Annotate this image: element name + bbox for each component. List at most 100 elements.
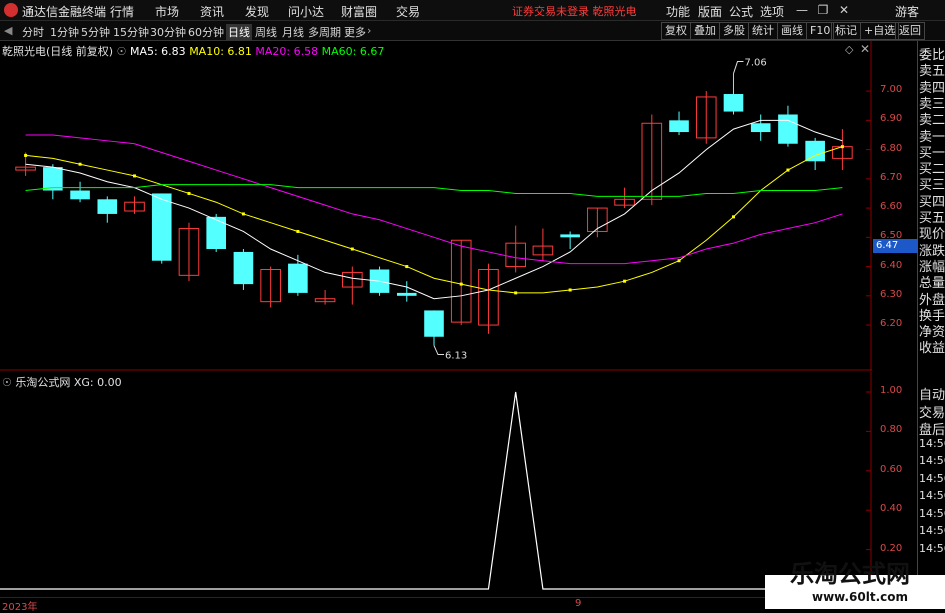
ma10-marker xyxy=(840,145,844,149)
y-tick-label: 6.80 xyxy=(880,142,903,154)
tab-period-monthly[interactable]: 月线 xyxy=(282,24,304,40)
trade-panel-item: 14:56 xyxy=(919,506,945,520)
stats-button[interactable]: 统计 xyxy=(748,22,778,40)
ma10-marker xyxy=(296,229,300,233)
multi-stock-button[interactable]: 多股 xyxy=(719,22,749,40)
tab-period-multi[interactable]: 多周期 xyxy=(308,24,341,40)
y-tick-label: 0.60 xyxy=(880,463,903,475)
y-tick-label: 0.80 xyxy=(880,424,903,436)
low-marker-line xyxy=(433,345,444,356)
time-axis: 2023年 9 xyxy=(0,597,872,613)
stock-title[interactable]: 乾照光电(日线 前复权) xyxy=(2,45,113,58)
quote-panel-item: 收益 xyxy=(919,341,945,357)
candle-body xyxy=(778,114,798,144)
tab-period-60min[interactable]: 60分钟 xyxy=(188,24,224,40)
ma60-label: MA60: 6.67 xyxy=(321,45,385,58)
ma10-marker xyxy=(459,282,463,286)
tab-period-daily[interactable]: 日线 xyxy=(226,24,252,40)
candle-body xyxy=(805,140,825,162)
year-label: 2023年 xyxy=(2,602,38,613)
y-tick-label: 7.00 xyxy=(880,84,903,96)
xg-label: XG: 0.00 xyxy=(73,376,122,389)
menu-wealth[interactable]: 财富圈 xyxy=(341,3,377,20)
main-chart-header: 乾照光电(日线 前复权) ☉ MA5: 6.83 MA10: 6.81 MA20… xyxy=(2,43,384,59)
menu-trade[interactable]: 交易 xyxy=(396,3,420,20)
watermark-url: www.60lt.com xyxy=(812,590,909,604)
y-tick-label: 6.30 xyxy=(880,288,903,300)
menu-options[interactable]: 选项 xyxy=(760,3,784,20)
menu-formula[interactable]: 公式 xyxy=(729,3,753,20)
menu-market-quotes[interactable]: 行情 xyxy=(110,3,134,20)
trade-panel-item: 14:56 xyxy=(919,489,945,502)
overlay-button[interactable]: 叠加 xyxy=(690,22,720,40)
tab-period-15min[interactable]: 15分钟 xyxy=(113,24,149,40)
ma10-marker xyxy=(568,288,572,292)
back-button[interactable]: 返回 xyxy=(895,22,925,40)
close-icon[interactable]: ✕ xyxy=(835,1,853,19)
tab-period-5min[interactable]: 5分钟 xyxy=(81,24,110,40)
indicator-title[interactable]: 乐淘公式网 xyxy=(15,376,70,389)
tab-period-more[interactable]: 更多 xyxy=(344,24,366,40)
mark-button[interactable]: 标记 xyxy=(831,22,861,40)
y-tick-label: 6.90 xyxy=(880,113,903,125)
more-chevron-icon[interactable]: › xyxy=(367,24,371,37)
tab-period-weekly[interactable]: 周线 xyxy=(255,24,277,40)
candle-body xyxy=(70,190,90,200)
close-chart-icon[interactable]: ✕ xyxy=(860,42,870,56)
candle-body xyxy=(288,263,308,293)
candle-body xyxy=(424,310,444,337)
indicator-chart[interactable] xyxy=(0,372,872,597)
adjust-button[interactable]: 复权 xyxy=(661,22,691,40)
y-tick-label: 6.40 xyxy=(880,259,903,271)
candle-body xyxy=(560,234,580,238)
diamond-icon[interactable]: ◇ xyxy=(845,43,853,56)
candle-body xyxy=(723,94,744,112)
current-price-marker: 6.47 xyxy=(873,239,918,254)
ma-line-ma60 xyxy=(25,184,843,197)
y-tick-label: 0.40 xyxy=(880,503,903,515)
tab-period-30min[interactable]: 30分钟 xyxy=(150,24,186,40)
high-marker-line xyxy=(733,61,744,74)
app-logo-icon xyxy=(4,3,18,17)
menu-function[interactable]: 功能 xyxy=(666,3,690,20)
guest-label[interactable]: 游客 xyxy=(895,3,919,20)
app-title: 通达信金融终端 xyxy=(22,5,107,19)
menu-market[interactable]: 市场 xyxy=(155,3,179,20)
candle-body xyxy=(151,193,172,261)
tab-period-intraday[interactable]: 分时 xyxy=(22,24,44,40)
menu-layout[interactable]: 版面 xyxy=(698,3,722,20)
restore-icon[interactable]: ❐ xyxy=(814,1,832,19)
trade-panel-item[interactable]: 自动 xyxy=(919,384,945,403)
trade-panel-item: 14:56 xyxy=(919,524,945,537)
ma10-label: MA10: 6.81 xyxy=(189,45,252,58)
ma20-label: MA20: 6.58 xyxy=(255,45,319,58)
y-tick-label: 6.20 xyxy=(880,318,903,330)
candle-body xyxy=(97,199,118,214)
candle-body xyxy=(43,167,63,191)
candle-body xyxy=(750,123,771,133)
y-tick-label: 6.70 xyxy=(880,171,903,183)
watermark-title: 乐淘公式网 xyxy=(790,560,910,588)
settings-icon[interactable]: ☉ xyxy=(117,45,127,58)
ma10-marker xyxy=(24,153,28,157)
menu-discover[interactable]: 发现 xyxy=(245,3,269,20)
trade-panel-item: 14:56 xyxy=(919,541,945,555)
ma10-marker xyxy=(78,162,82,166)
ma10-marker xyxy=(187,191,191,195)
menu-ask[interactable]: 问小达 xyxy=(288,3,324,20)
candlestick-chart[interactable]: 7.06 6.13 xyxy=(0,41,872,371)
settings-icon[interactable]: ☉ xyxy=(2,376,12,389)
minimize-icon[interactable]: — xyxy=(793,1,811,19)
candle-body xyxy=(206,216,226,250)
candle-body xyxy=(396,292,417,296)
login-alert[interactable]: 证券交易未登录 乾照光电 xyxy=(512,3,637,19)
toolbar-collapse-icon[interactable]: ◀ xyxy=(4,24,12,37)
y-tick-label: 1.00 xyxy=(880,385,903,396)
menu-news[interactable]: 资讯 xyxy=(200,3,224,20)
add-watchlist-button[interactable]: +自选 xyxy=(860,22,900,40)
tab-period-1min[interactable]: 1分钟 xyxy=(50,24,79,40)
ma-line-ma5 xyxy=(25,119,843,300)
ma5-label: MA5: 6.83 xyxy=(129,45,186,58)
title-bar: 通达信金融终端 行情 市场 资讯 发现 问小达 财富圈 交易 证券交易未登录 乾… xyxy=(0,0,945,21)
draw-line-button[interactable]: 画线 xyxy=(777,22,807,40)
